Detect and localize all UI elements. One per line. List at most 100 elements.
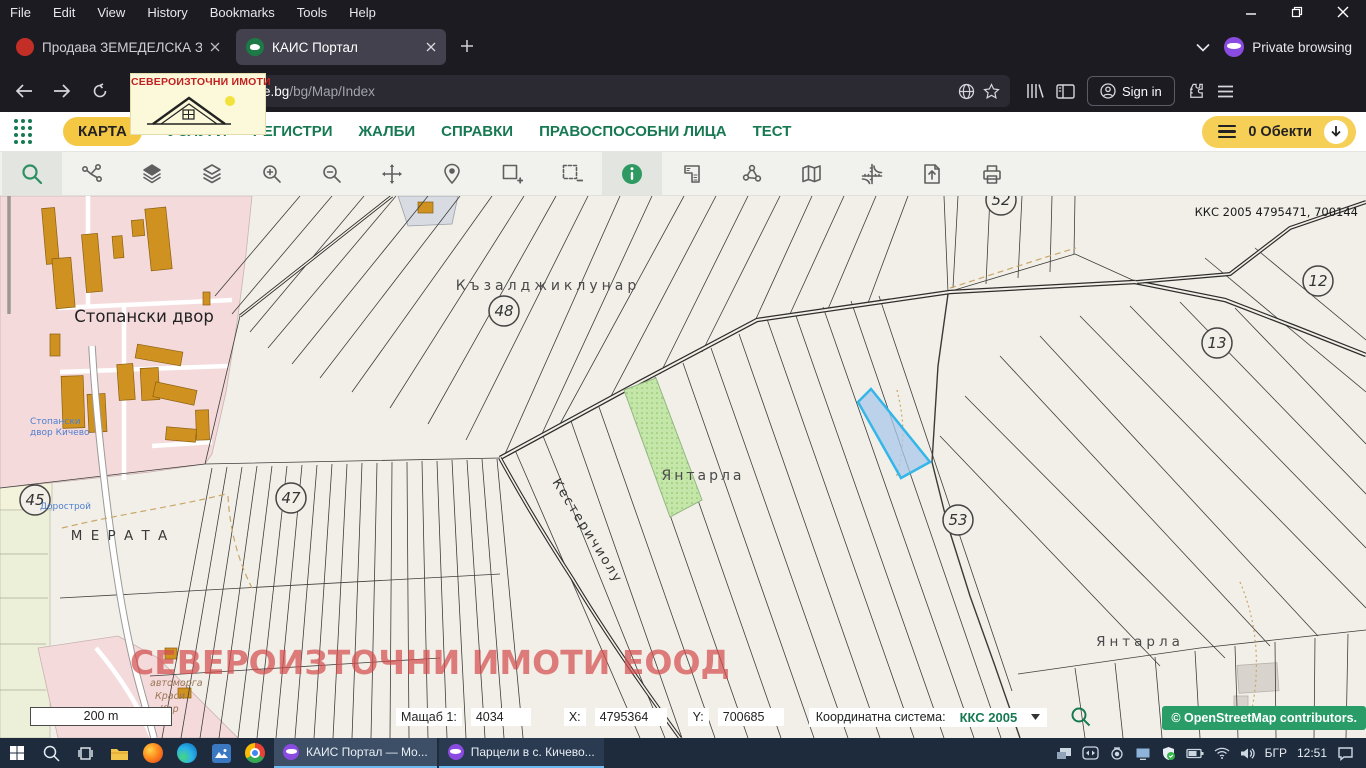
back-icon[interactable] bbox=[8, 76, 40, 106]
window-close-icon[interactable] bbox=[1320, 0, 1366, 24]
app-menu-hamburger-icon[interactable] bbox=[1217, 85, 1234, 98]
start-button-icon[interactable] bbox=[0, 738, 34, 768]
menu-file[interactable]: File bbox=[10, 5, 31, 20]
layers-tool-icon[interactable] bbox=[122, 152, 182, 195]
url-bar[interactable]: kais.cadastre.bg/bg/Map/Index bbox=[160, 75, 1010, 107]
objects-button[interactable]: 0 Обекти bbox=[1202, 116, 1356, 148]
firefox-icon[interactable] bbox=[136, 738, 170, 768]
crs-selector[interactable]: Координатна система: ККС 2005 bbox=[809, 708, 1047, 727]
svg-text:12: 12 bbox=[1308, 272, 1327, 290]
share-nodes-tool-icon[interactable] bbox=[722, 152, 782, 195]
forward-icon[interactable] bbox=[46, 76, 78, 106]
list-tabs-icon[interactable] bbox=[1196, 43, 1210, 52]
browser-menubar: File Edit View History Bookmarks Tools H… bbox=[0, 0, 1366, 24]
file-explorer-icon[interactable] bbox=[102, 738, 136, 768]
objects-menu-icon bbox=[1218, 125, 1236, 139]
tray-battery-icon[interactable] bbox=[1186, 747, 1204, 759]
edge-icon[interactable] bbox=[170, 738, 204, 768]
translate-icon[interactable] bbox=[958, 83, 975, 100]
crs-value: ККС 2005 bbox=[960, 710, 1018, 725]
crs-label: Координатна система: bbox=[816, 710, 946, 724]
menu-tools[interactable]: Tools bbox=[297, 5, 327, 20]
taskbar-window-kais[interactable]: КАИС Портал — Mo... bbox=[274, 738, 437, 768]
tray-clock[interactable]: 12:51 bbox=[1297, 746, 1327, 760]
new-tab-icon[interactable] bbox=[460, 39, 474, 56]
tray-teamviewer-icon[interactable] bbox=[1082, 746, 1099, 760]
photos-app-icon[interactable] bbox=[204, 738, 238, 768]
tray-windows-icon[interactable] bbox=[1056, 747, 1072, 760]
extensions-puzzle-icon[interactable] bbox=[1187, 82, 1205, 100]
cadastral-map[interactable]: 45 47 48 52 12 13 53 Стопански двор Къза… bbox=[0, 196, 1366, 738]
info-tool-icon[interactable] bbox=[602, 152, 662, 195]
apps-grid-icon[interactable] bbox=[14, 119, 33, 145]
tray-camera-icon[interactable] bbox=[1109, 746, 1125, 760]
menu-view[interactable]: View bbox=[97, 5, 125, 20]
layer-stack-tool-icon[interactable] bbox=[182, 152, 242, 195]
reload-icon[interactable] bbox=[84, 76, 116, 106]
nav-spravki[interactable]: СПРАВКИ bbox=[441, 123, 513, 140]
tray-volume-icon[interactable] bbox=[1240, 747, 1255, 760]
tray-language-label[interactable]: БГР bbox=[1265, 746, 1287, 760]
scale-input[interactable] bbox=[471, 708, 531, 726]
menu-help[interactable]: Help bbox=[349, 5, 376, 20]
taskbar-search-icon[interactable] bbox=[34, 738, 68, 768]
scale-label: Мащаб 1: bbox=[396, 708, 462, 726]
y-coordinate-input[interactable] bbox=[718, 708, 784, 726]
measure-tool-icon[interactable] bbox=[662, 152, 722, 195]
tab-prodava[interactable]: Продава ЗЕМЕДЕЛСКА ЗЕМЯ в bbox=[6, 29, 230, 65]
window-restore-icon[interactable] bbox=[1274, 0, 1320, 24]
nav-pravosposobni-litsa[interactable]: ПРАВОСПОСОБНИ ЛИЦА bbox=[539, 123, 727, 140]
tray-display-icon[interactable] bbox=[1135, 747, 1151, 760]
pan-tool-icon[interactable] bbox=[362, 152, 422, 195]
agency-house-logo-icon bbox=[133, 88, 263, 130]
nav-zhalbi[interactable]: ЖАЛБИ bbox=[359, 123, 416, 140]
window-minimize-icon[interactable] bbox=[1228, 0, 1274, 24]
menu-history[interactable]: History bbox=[147, 5, 187, 20]
agency-logo-popup: СЕВЕРОИЗТОЧНИ ИМОТИ bbox=[130, 73, 266, 135]
locate-pin-tool-icon[interactable] bbox=[422, 152, 482, 195]
bookmark-star-icon[interactable] bbox=[983, 83, 1000, 100]
nav-test[interactable]: ТЕСТ bbox=[753, 123, 792, 140]
x-coordinate-input[interactable] bbox=[595, 708, 667, 726]
tab-favicon bbox=[246, 38, 264, 56]
osm-attribution[interactable]: © OpenStreetMap contributors. bbox=[1162, 706, 1366, 730]
export-tool-icon[interactable] bbox=[902, 152, 962, 195]
action-center-icon[interactable] bbox=[1337, 746, 1354, 761]
zoom-in-tool-icon[interactable] bbox=[242, 152, 302, 195]
sign-in-label: Sign in bbox=[1122, 84, 1162, 99]
svg-text:двор Кичево: двор Кичево bbox=[30, 428, 90, 438]
menu-edit[interactable]: Edit bbox=[53, 5, 75, 20]
private-mask-icon bbox=[283, 744, 299, 760]
tab-close-icon[interactable] bbox=[210, 42, 220, 52]
sign-in-button[interactable]: Sign in bbox=[1087, 76, 1175, 106]
taskbar-window-parceli[interactable]: Парцели в с. Кичево... bbox=[439, 738, 604, 768]
coordinates-grid-tool-icon[interactable] bbox=[842, 152, 902, 195]
svg-text:М Е Р А Т А: М Е Р А Т А bbox=[71, 528, 170, 544]
svg-text:47: 47 bbox=[281, 489, 301, 507]
menu-bookmarks[interactable]: Bookmarks bbox=[210, 5, 275, 20]
tab-title: Продава ЗЕМЕДЕЛСКА ЗЕМЯ в bbox=[42, 40, 202, 55]
sidebar-icon[interactable] bbox=[1056, 84, 1075, 99]
tray-security-shield-icon[interactable] bbox=[1161, 746, 1176, 761]
tray-wifi-icon[interactable] bbox=[1214, 747, 1230, 759]
route-tool-icon[interactable] bbox=[62, 152, 122, 195]
status-search-icon[interactable] bbox=[1070, 706, 1092, 728]
map-viewport[interactable]: 45 47 48 52 12 13 53 Стопански двор Къза… bbox=[0, 196, 1366, 738]
svg-text:Стопански двор: Стопански двор bbox=[74, 307, 214, 326]
chrome-icon[interactable] bbox=[238, 738, 272, 768]
svg-text:Стопански: Стопански bbox=[30, 417, 81, 427]
y-label: Y: bbox=[688, 708, 709, 726]
library-icon[interactable] bbox=[1026, 83, 1044, 99]
tab-close-icon[interactable] bbox=[426, 42, 436, 52]
map-folded-tool-icon[interactable] bbox=[782, 152, 842, 195]
extent-remove-tool-icon[interactable] bbox=[542, 152, 602, 195]
extent-add-tool-icon[interactable] bbox=[482, 152, 542, 195]
tab-kais-portal[interactable]: КАИС Портал bbox=[236, 29, 446, 65]
scale-bar: 200 m bbox=[30, 707, 172, 726]
search-tool-icon[interactable] bbox=[2, 152, 62, 195]
private-mask-icon bbox=[1224, 37, 1244, 57]
print-tool-icon[interactable] bbox=[962, 152, 1022, 195]
zoom-out-tool-icon[interactable] bbox=[302, 152, 362, 195]
task-view-icon[interactable] bbox=[68, 738, 102, 768]
tab-strip: Продава ЗЕМЕДЕЛСКА ЗЕМЯ в КАИС Портал Pr… bbox=[0, 24, 1366, 70]
